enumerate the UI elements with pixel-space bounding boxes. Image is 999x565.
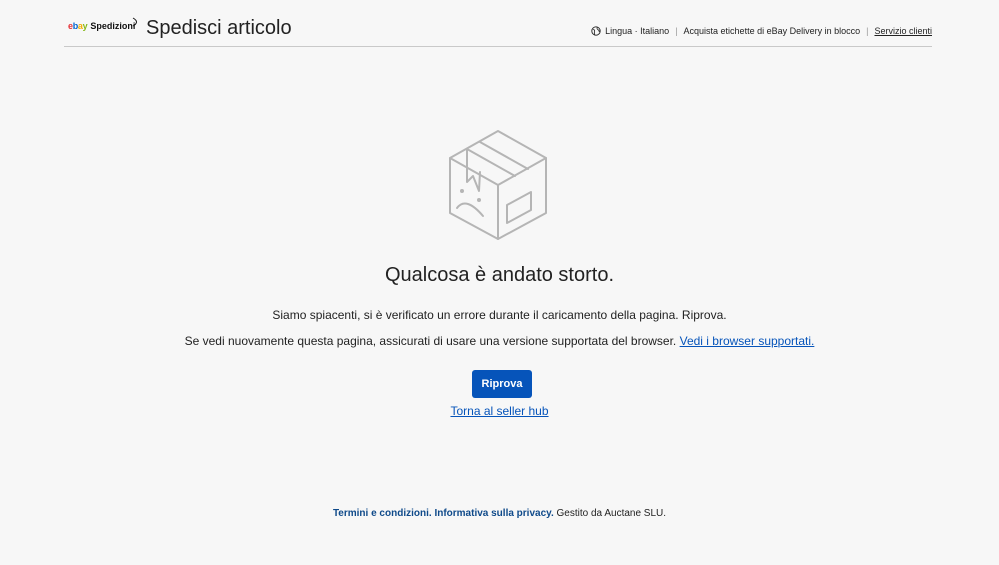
retry-button[interactable]: Riprova xyxy=(472,370,532,398)
logo-swoosh-icon xyxy=(133,17,138,27)
error-message: Siamo spiacenti, si è verificato un erro… xyxy=(272,308,727,322)
language-label: Lingua · Italiano xyxy=(605,26,670,36)
ebay-logo: ebay xyxy=(68,21,88,31)
error-heading: Qualcosa è andato storto. xyxy=(384,264,615,286)
header-nav: Lingua · Italiano | Acquista etichette d… xyxy=(591,24,932,38)
nav-divider: | xyxy=(866,26,869,36)
supported-browsers-link[interactable]: Vedi i browser supportati. xyxy=(680,334,815,348)
page: ebay Spedizioni Spedisci articolo Lingua… xyxy=(0,0,999,565)
nav-divider: | xyxy=(675,26,678,36)
browser-message-text: Se vedi nuovamente questa pagina, assicu… xyxy=(184,334,677,348)
language-selector[interactable]: Lingua · Italiano xyxy=(591,24,669,38)
ebay-spedizioni-logo[interactable]: ebay Spedizioni xyxy=(68,17,138,33)
bulk-labels-link[interactable]: Acquista etichette di eBay Delivery in b… xyxy=(684,24,861,38)
footer: Termini e condizioni. Informativa sulla … xyxy=(0,507,999,521)
back-to-seller-hub-link[interactable]: Torna al seller hub xyxy=(450,404,548,418)
browser-message: Se vedi nuovamente questa pagina, assicu… xyxy=(0,333,999,349)
logo-text: Spedizioni xyxy=(90,21,136,31)
customer-service-link[interactable]: Servizio clienti xyxy=(874,24,932,38)
privacy-link[interactable]: Informativa sulla privacy. xyxy=(434,508,553,519)
page-title: Spedisci articolo xyxy=(146,17,292,39)
header: ebay Spedizioni Spedisci articolo Lingua… xyxy=(64,0,932,47)
managed-by-text: Gestito da Auctane SLU. xyxy=(556,508,667,519)
back-link-container: Torna al seller hub xyxy=(0,403,999,419)
globe-icon xyxy=(591,26,601,36)
sad-box-icon xyxy=(449,130,547,240)
terms-link[interactable]: Termini e condizioni. xyxy=(333,508,432,519)
